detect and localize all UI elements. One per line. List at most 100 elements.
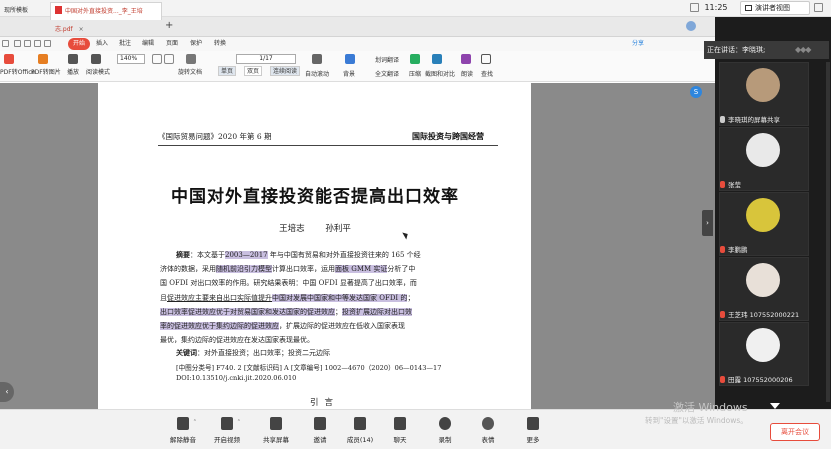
rotate-icon[interactable] [186,54,196,64]
menu-protect[interactable]: 保护 [190,38,202,50]
record-button[interactable]: 录制 [425,417,465,444]
tab-pdf-document[interactable]: 中国对外直接投资..._李_王培志.pdf × [50,2,162,33]
double-page-mode[interactable]: 双页 [244,66,263,76]
compress-icon[interactable] [410,54,420,64]
share-screen-button[interactable]: 共享屏幕 [256,417,296,444]
screenshot-icon[interactable] [432,54,442,64]
more-button[interactable]: 更多 [513,417,553,444]
participant-name: 李晓琪的屏幕共享 [720,114,780,124]
members-icon [354,417,366,430]
chevron-up-icon[interactable]: ⌃ [193,419,197,425]
print-icon[interactable] [24,40,31,47]
assistant-badge[interactable]: S [690,86,702,98]
read-aloud-icon[interactable] [461,54,471,64]
chat-icon [394,417,406,430]
abstract-text: 计算出口效率，运用 [272,265,335,273]
full-translate-button[interactable]: 全文翻译 [375,69,399,78]
participant-avatar [746,133,780,167]
abstract-text: ； [407,294,415,302]
menu-insert[interactable]: 插入 [96,38,108,50]
abstract-text: ：本文基于 [190,251,225,259]
invite-label: 邀请 [313,436,327,444]
invite-icon [314,417,326,430]
reading-mode-icon[interactable] [91,54,101,64]
menu-start[interactable]: 开始 [68,38,91,50]
panel-scrollbar[interactable] [826,62,830,402]
continuous-mode[interactable]: 连续阅读 [270,66,301,76]
play-label: 播放 [67,69,80,76]
auto-scroll-label: 自动滚动 [305,71,330,78]
undo-icon[interactable] [34,40,41,47]
abstract-highlight: 率的促进效应优于集约边际的促进效应 [160,322,279,330]
view-mode-dropdown[interactable]: 演讲者视图 [740,1,810,15]
participant-avatar [746,68,780,102]
participant-name-text: 李晓琪的屏幕共享 [728,116,780,124]
search-icon[interactable] [481,54,491,64]
unmute-button[interactable]: ⌃ 解除静音 [163,417,203,444]
participant-name-text: 王芝玮 107552000221 [728,311,800,319]
chat-button[interactable]: 聊天 [380,417,420,444]
mic-icon [720,181,725,188]
zoom-in-icon[interactable] [164,54,174,64]
speaking-indicator: 正在讲话：李晓琪; ◆◆◆ [704,41,829,59]
zoom-out-icon[interactable] [152,54,162,64]
tab-templates[interactable]: 现所模板 [0,2,50,20]
windows-watermark-hint: 转到"设置"以激活 Windows。 [645,416,748,425]
participant-avatar [746,263,780,297]
more-label: 更多 [526,436,540,444]
auto-scroll-icon[interactable] [312,54,322,64]
share-button[interactable]: 分享 [632,38,644,50]
reactions-button[interactable]: 表情 [468,417,508,444]
reactions-label: 表情 [481,436,495,444]
add-tab-icon[interactable]: + [165,21,175,31]
signal-icon: ◆◆◆ [795,45,811,54]
account-avatar[interactable] [686,21,696,31]
menu-edit[interactable]: 编辑 [142,38,154,50]
background-icon[interactable] [345,54,355,64]
reading-mode-label: 阅读模式 [86,69,111,76]
close-tab-icon[interactable]: × [79,26,84,33]
abstract-line: 出口效率促进效应优于对贸易国家和发达国家的促进效应；投资扩展边际对出口效 [160,307,412,317]
chevron-up-icon[interactable]: ⌃ [237,419,241,425]
more-icon [527,417,539,430]
menu-annotate[interactable]: 批注 [119,38,131,50]
save-icon[interactable] [14,40,21,47]
view-mode-icon [745,5,752,11]
menu-page[interactable]: 页面 [166,38,178,50]
abstract-highlight: 中国对发展中国家和中等发达国家 OFDI 的 [272,294,408,302]
abstract-underlined: 促进效应主要来自出口实际值提升 [167,294,272,302]
participant-name: 张莹 [720,179,741,189]
leave-meeting-button[interactable]: 离开会议 [770,423,820,441]
zoom-select[interactable]: 140% [117,54,145,64]
search-label: 查找 [481,71,494,78]
redo-icon[interactable] [44,40,51,47]
play-icon[interactable] [68,54,78,64]
invite-button[interactable]: 邀请 [300,417,340,444]
article-authors: 王培志 孙利平 [279,224,351,234]
page-number-input[interactable]: 1/17 [236,54,296,64]
members-button[interactable]: 成员(14) [340,417,380,444]
header-rule [158,145,498,146]
single-page-mode[interactable]: 单页 [218,66,237,76]
pdf-to-image-icon[interactable] [38,54,48,64]
panel-toggle-icon[interactable]: › [702,210,713,236]
mic-icon [720,116,725,123]
participant-name-text: 田露 107552000206 [728,376,793,384]
tab-templates-label: 现所模板 [4,7,29,14]
participant-name-text: 张莹 [728,181,741,189]
abstract-highlight: 投资扩展边际对出口效 [342,308,412,316]
article-title: 中国对外直接投资能否提高出口效率 [171,187,459,207]
video-button[interactable]: ⌃ 开启视频 [207,417,247,444]
pdf-to-office-icon[interactable] [4,54,14,64]
mic-icon [720,311,725,318]
participant-name: 李鹏鹏 [720,244,748,254]
word-translate-button[interactable]: 划词翻译 [375,55,399,64]
abstract-highlight: 出口效率促进效应优于对贸易国家和发达国家的促进效应 [160,308,335,316]
abstract-text: ，扩展边际的促进效应在低收入国家表现 [279,322,405,330]
collapse-icon[interactable] [814,3,823,12]
abstract-line: 且促进效应主要来自出口实际值提升中国对发展中国家和中等发达国家 OFDI 的； [160,293,414,303]
section-header: 国际投资与跨国经营 [412,132,484,141]
minimize-icon[interactable] [690,3,699,12]
file-icon[interactable] [2,40,9,47]
menu-convert[interactable]: 转换 [214,38,226,50]
